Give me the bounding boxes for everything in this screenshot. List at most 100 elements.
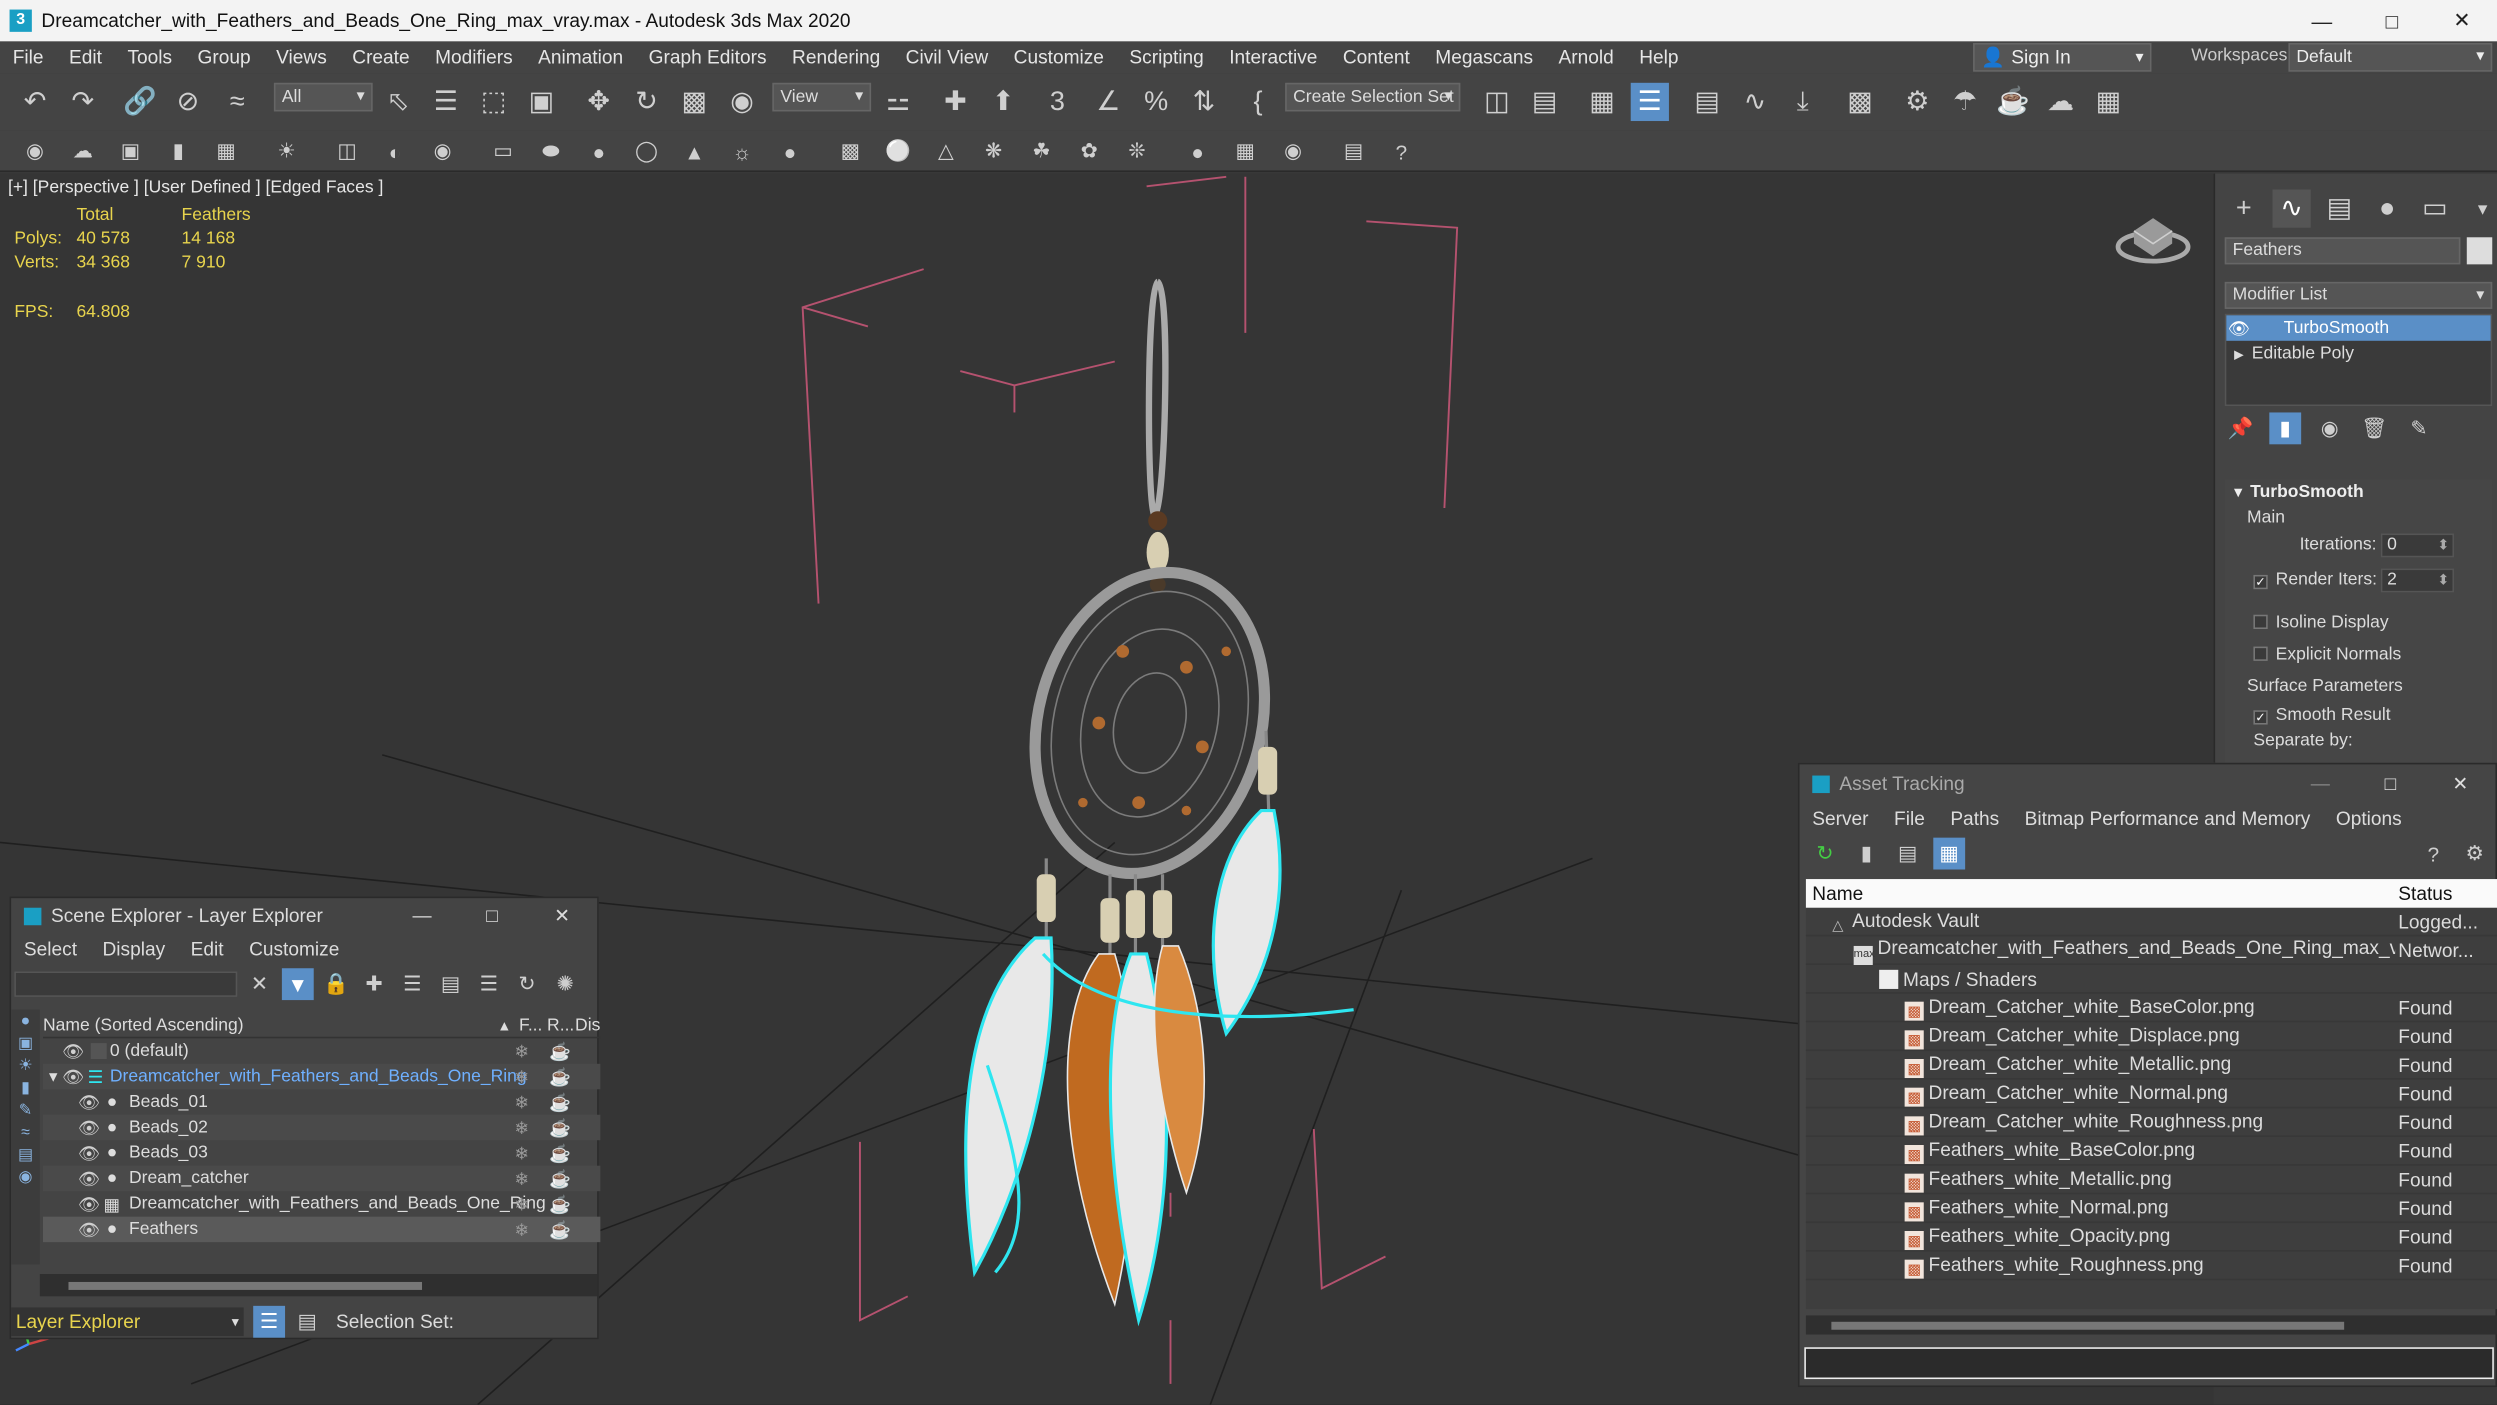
workspace-dropdown[interactable]: Default ▾ [2288,42,2493,72]
eye-icon[interactable]: 👁 [78,1092,100,1112]
asset-row[interactable]: △ Autodesk Vault Logged... [1805,908,2497,937]
mirror-icon[interactable]: ◫ [1478,83,1516,121]
asset-row[interactable]: ▩ Feathers_white_Roughness.png Found [1805,1252,2497,1281]
select-manipulate-icon[interactable]: ✚ [936,83,974,121]
stack-item-editable-poly[interactable]: ▶ Editable Poly [2226,341,2490,366]
menu-edit[interactable]: Edit [178,933,236,965]
object-row[interactable]: 👁 ● Beads_03 ❄ ☕ [43,1140,600,1165]
object-name-field[interactable]: Feathers [2224,237,2461,265]
window-crossing-icon[interactable]: ▣ [522,83,560,121]
toggle-scene-explorer-icon[interactable]: ▦ [1583,83,1621,121]
sphere-icon[interactable]: ● [583,135,615,167]
path-field[interactable] [1804,1347,2494,1380]
select-object-icon[interactable]: ⬁ [379,83,417,121]
scale-icon[interactable]: ▩ [675,83,713,121]
configure-modifier-sets-icon[interactable]: ✎ [2403,412,2435,444]
eye-icon[interactable]: 👁 [78,1168,100,1189]
horizontal-scrollbar[interactable] [1805,1315,2497,1335]
freeze-icon[interactable]: ❄ [514,1219,529,1240]
asset-row[interactable]: ▩ Feathers_white_Opacity.png Found [1805,1223,2497,1252]
render-iters-checkbox[interactable]: ✓ [2253,574,2268,590]
expand-arrow-icon[interactable]: ▶ [2226,346,2251,360]
list-view-icon[interactable]: ▮ [1850,838,1882,870]
refresh-icon[interactable]: ↻ [1809,838,1841,870]
menu-animation[interactable]: Animation [525,41,635,73]
asset-row[interactable]: ▩ Feathers_white_Normal.png Found [1805,1194,2497,1224]
column-status[interactable]: Status [2398,882,2452,904]
reference-coordinate-dropdown[interactable]: View [772,82,872,112]
render-teapot-icon[interactable]: ☕ [549,1066,571,1087]
cloud-icon[interactable]: ☁ [67,135,99,167]
search-input[interactable] [14,971,238,997]
render-teapot-icon[interactable]: ☕ [549,1219,571,1240]
align-icon[interactable]: ▤ [1526,83,1564,121]
modify-tab-icon[interactable]: ∿ [2272,189,2311,228]
render-iters-spinner[interactable]: 2 [2380,568,2455,593]
stack-layers-icon[interactable]: ☰ [473,968,505,1000]
eye-icon[interactable]: 👁 [62,1041,84,1061]
curve-editor-icon[interactable]: ∿ [1736,83,1774,121]
eye-icon[interactable]: 👁 [78,1194,100,1214]
asset-row[interactable]: ▩ Dream_Catcher_white_Displace.png Found [1805,1022,2497,1052]
scrollbar-thumb[interactable] [1831,1321,2345,1330]
render-region-icon[interactable]: ◉ [1277,135,1309,167]
freeze-icon[interactable]: ❄ [514,1143,529,1163]
sync-icon[interactable]: ↻ [511,968,543,1000]
render-in-cloud-icon[interactable]: ☁ [2042,83,2080,121]
group-filter-icon[interactable]: ▤ [18,1147,33,1165]
hair-icon[interactable]: ✿ [1073,135,1105,167]
hierarchy-tab-icon[interactable]: ▤ [2320,190,2358,228]
object-color-swatch[interactable] [2466,237,2493,265]
utilities-tab-icon[interactable]: ▾ [2464,190,2497,228]
maximize-button[interactable]: □ [2355,772,2425,794]
column-name[interactable]: Name (Sorted Ascending) [43,1015,497,1034]
layer-row[interactable]: 👁 0 (default) ❄ ☕ [43,1038,600,1063]
modifier-list-dropdown[interactable]: Modifier List ▾ [2224,281,2493,309]
menu-display[interactable]: Display [90,933,178,965]
menu-scripting[interactable]: Scripting [1117,41,1217,73]
make-unique-icon[interactable]: ◉ [2314,412,2346,444]
menu-paths[interactable]: Paths [1938,803,2012,835]
save-icon[interactable]: ▣ [115,135,147,167]
spacewarp-icon[interactable]: ◉ [427,135,459,167]
helper-icon[interactable]: ◐ [379,135,411,167]
material-sphere-icon[interactable]: ● [1182,135,1214,167]
minimize-button[interactable]: — [2285,772,2355,794]
menu-interactive[interactable]: Interactive [1216,41,1330,73]
render-teapot-icon[interactable]: ☕ [549,1143,571,1163]
object-row-selected[interactable]: 👁 ● Feathers ❄ ☕ [42,1216,601,1243]
a360-gallery-icon[interactable]: ▦ [2089,83,2127,121]
keyboard-shortcut-override-icon[interactable]: ⬆ [984,83,1022,121]
toggle-ribbon-icon[interactable]: ▤ [1688,83,1726,121]
selection-filter-dropdown[interactable]: All [273,82,373,112]
freeze-icon[interactable]: ❄ [514,1117,529,1138]
layers-icon[interactable]: ☰ [397,968,429,1000]
torus-icon[interactable]: ◯ [631,135,663,167]
redo-icon[interactable]: ↷ [64,83,102,121]
object-row[interactable]: 👁 ▦ Dreamcatcher_with_Feathers_and_Beads… [43,1191,600,1216]
camera-icon[interactable]: ◫ [331,135,363,167]
object-row[interactable]: 👁 ● Beads_01 ❄ ☕ [43,1089,600,1114]
asset-row[interactable]: Maps / Shaders [1805,965,2497,994]
add-layer-icon[interactable]: ✚ [358,968,390,1000]
sign-in-dropdown[interactable]: 👤 Sign In ▾ [1973,42,2152,72]
asset-row[interactable]: ▩ Dream_Catcher_white_Normal.png Found [1805,1080,2497,1109]
settings-icon[interactable]: ⚙ [2459,838,2491,870]
maximize-button[interactable]: □ [2357,0,2427,41]
cone-icon[interactable]: ▲ [678,135,710,167]
menu-help[interactable]: Help [1626,41,1691,73]
menu-server[interactable]: Server [1800,803,1882,835]
asset-row[interactable]: ▩ Dream_Catcher_white_BaseColor.png Found [1805,994,2497,1023]
render-teapot-icon[interactable]: ☕ [549,1194,571,1214]
light-icon[interactable]: ☀ [271,135,303,167]
menu-rendering[interactable]: Rendering [779,41,893,73]
menu-group[interactable]: Group [185,41,264,73]
horizontal-scrollbar[interactable] [39,1274,598,1297]
show-end-result-icon[interactable]: ▮ [2269,412,2302,445]
asset-row[interactable]: max Dreamcatcher_with_Feathers_and_Beads_… [1805,936,2497,966]
menu-arnold[interactable]: Arnold [1546,41,1627,73]
menu-tools[interactable]: Tools [115,41,185,73]
asset-row[interactable]: ▩ Feathers_white_Metallic.png Found [1805,1166,2497,1195]
table-view-icon[interactable]: ▦ [1933,837,1966,870]
spacewarp-filter-icon[interactable]: ≈ [21,1124,30,1142]
